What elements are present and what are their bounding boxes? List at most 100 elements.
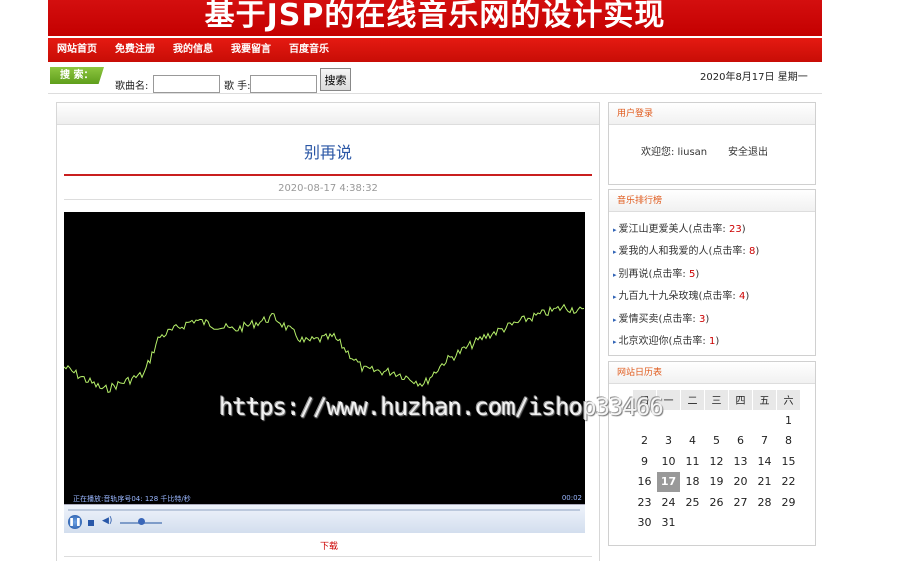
song-title: 别再说 bbox=[303, 143, 352, 162]
calendar-day[interactable]: 6 bbox=[729, 431, 752, 451]
date-divider bbox=[64, 199, 592, 200]
calendar-day[interactable]: 30 bbox=[633, 513, 656, 533]
calendar-day[interactable]: 8 bbox=[777, 431, 800, 451]
ranking-suffix: ) bbox=[755, 246, 760, 258]
ranking-box: 音乐排行榜 ▸ 爱江山更爱美人(点击率: 23) ▸ 爱我的人和我爱的人(点击率: 8… bbox=[608, 189, 816, 356]
bullet-icon: ▸ bbox=[613, 293, 617, 302]
calendar-day[interactable]: 3 bbox=[657, 431, 680, 451]
calendar-day[interactable]: 13 bbox=[729, 452, 752, 472]
calendar-week-row: 2345678 bbox=[633, 431, 800, 451]
volume-icon[interactable]: ◀) bbox=[102, 516, 112, 526]
calendar-day[interactable]: 31 bbox=[657, 513, 680, 533]
singer-input[interactable] bbox=[250, 75, 317, 93]
ranking-suffix: ) bbox=[715, 336, 720, 347]
calendar-day[interactable]: 19 bbox=[705, 472, 728, 492]
calendar-weekday: 五 bbox=[753, 390, 776, 410]
calendar-day[interactable]: 20 bbox=[729, 472, 752, 492]
calendar-day[interactable]: 4 bbox=[681, 431, 704, 451]
calendar-week-row: 30 31 bbox=[633, 513, 800, 533]
search-button[interactable]: 搜索 bbox=[320, 68, 351, 91]
calendar-day bbox=[753, 513, 776, 533]
calendar-day[interactable]: 27 bbox=[729, 493, 752, 513]
ranking-song-name: 爱江山更爱美人(点击率: bbox=[618, 224, 729, 235]
calendar-today[interactable]: 17 bbox=[657, 472, 680, 492]
ranking-item[interactable]: ▸ 北京欢迎你(点击率: 1) bbox=[613, 332, 719, 347]
bottom-divider bbox=[64, 556, 592, 557]
calendar-weekday: 四 bbox=[729, 390, 752, 410]
calendar-day[interactable]: 26 bbox=[705, 493, 728, 513]
ranking-title: 音乐排行榜 bbox=[609, 190, 815, 212]
song-name-label: 歌曲名: bbox=[115, 81, 149, 92]
seek-bar[interactable] bbox=[68, 509, 580, 511]
search-tag: 搜 索： bbox=[50, 67, 104, 84]
calendar-day[interactable]: 1 bbox=[777, 411, 800, 431]
title-divider bbox=[64, 174, 592, 176]
song-detail-panel: 别再说 2020-08-17 4:38:32 正在播放:音轨序号04: 128 … bbox=[56, 102, 600, 561]
download-link[interactable]: 下载 bbox=[57, 539, 601, 552]
calendar-day[interactable]: 25 bbox=[681, 493, 704, 513]
ranking-item[interactable]: ▸ 九百九十九朵玫瑰(点击率: 4) bbox=[613, 287, 749, 302]
calendar-day[interactable]: 12 bbox=[705, 452, 728, 472]
nav-message[interactable]: 我要留言 bbox=[222, 38, 280, 62]
calendar-box: 网站日历表 日一二三四五六 1 2 3 4 5 6 7 8 9 10 11 12 13 14 15 16 17 1… bbox=[608, 361, 816, 546]
logout-link[interactable]: 安全退出 bbox=[728, 143, 768, 158]
ranking-item[interactable]: ▸ 爱情买卖(点击率: 3) bbox=[613, 310, 709, 325]
search-bar: 搜 索： 歌曲名: 歌 手: 搜索 2020年8月17日 星期一 bbox=[48, 62, 822, 94]
calendar-day[interactable]: 22 bbox=[777, 472, 800, 492]
player-status: 正在播放:音轨序号04: 128 千比特/秒 bbox=[73, 495, 191, 503]
site-banner: 基于JSP的在线音乐网的设计实现 bbox=[48, 0, 822, 36]
player-time: 00:02 bbox=[561, 494, 582, 502]
login-box: 用户登录 欢迎您: liusan 安全退出 bbox=[608, 102, 816, 185]
calendar-title: 网站日历表 bbox=[609, 362, 815, 384]
bullet-icon: ▸ bbox=[613, 226, 617, 234]
bullet-icon: ▸ bbox=[613, 270, 617, 279]
bullet-icon: ▸ bbox=[613, 248, 617, 257]
calendar-day[interactable]: 11 bbox=[681, 452, 704, 472]
calendar-day[interactable]: 21 bbox=[753, 472, 776, 492]
volume-knob[interactable] bbox=[138, 518, 145, 525]
calendar-day[interactable]: 2 bbox=[633, 431, 656, 451]
calendar-day[interactable]: 10 bbox=[657, 452, 680, 472]
welcome-text: 欢迎您: liusan bbox=[641, 147, 708, 158]
nav-my-info[interactable]: 我的信息 bbox=[164, 38, 222, 62]
calendar-day bbox=[705, 411, 728, 431]
calendar-day bbox=[777, 513, 800, 533]
calendar-weekday: 六 bbox=[777, 390, 800, 410]
stop-icon[interactable] bbox=[88, 520, 94, 526]
ranking-suffix: ) bbox=[695, 268, 700, 280]
publish-date: 2020-08-17 4:38:32 bbox=[278, 183, 378, 194]
nav-home[interactable]: 网站首页 bbox=[48, 38, 106, 62]
ranking-suffix: ) bbox=[705, 313, 710, 325]
panel-header bbox=[57, 103, 599, 125]
calendar-day[interactable]: 23 bbox=[633, 493, 656, 513]
ranking-song-name: 北京欢迎你(点击率: bbox=[618, 336, 709, 347]
current-date: 2020年8月17日 星期一 bbox=[700, 72, 808, 83]
calendar-week-row: 23 24 25 26 27 28 29 bbox=[633, 493, 800, 513]
calendar-day[interactable]: 15 bbox=[777, 452, 800, 472]
ranking-item[interactable]: ▸ 爱江山更爱美人(点击率: 23) bbox=[613, 220, 746, 235]
ranking-song-name: 九百九十九朵玫瑰(点击率: bbox=[618, 291, 739, 303]
ranking-item[interactable]: ▸ 别再说(点击率: 5) bbox=[613, 265, 699, 280]
waveform-visualization bbox=[64, 303, 585, 394]
ranking-item[interactable]: ▸ 爱我的人和我爱的人(点击率: 8) bbox=[613, 242, 759, 257]
ranking-click-count: 23 bbox=[728, 224, 742, 235]
main-nav: 网站首页 免费注册 我的信息 我要留言 百度音乐 bbox=[48, 37, 822, 62]
calendar-day[interactable]: 24 bbox=[657, 493, 680, 513]
calendar-day[interactable]: 18 bbox=[681, 472, 704, 492]
calendar-day[interactable]: 29 bbox=[777, 493, 800, 513]
media-player[interactable]: 正在播放:音轨序号04: 128 千比特/秒 00:02 ❚❚ ◀) bbox=[64, 212, 585, 533]
calendar-day[interactable]: 14 bbox=[753, 452, 776, 472]
nav-baidu-music[interactable]: 百度音乐 bbox=[280, 38, 338, 62]
pause-icon[interactable]: ❚❚ bbox=[68, 515, 82, 529]
calendar-day[interactable]: 5 bbox=[705, 431, 728, 451]
calendar-week-row: 16 17 18 19 20 21 22 bbox=[633, 472, 800, 492]
calendar-day[interactable]: 7 bbox=[753, 431, 776, 451]
calendar-day[interactable]: 28 bbox=[753, 493, 776, 513]
ranking-song-name: 爱情买卖(点击率: bbox=[618, 313, 699, 325]
calendar-day[interactable]: 16 bbox=[633, 472, 656, 492]
calendar-day bbox=[729, 411, 752, 431]
nav-register[interactable]: 免费注册 bbox=[106, 38, 164, 62]
calendar-day[interactable]: 9 bbox=[633, 452, 656, 472]
song-name-input[interactable] bbox=[153, 75, 220, 93]
calendar-day bbox=[729, 513, 752, 533]
